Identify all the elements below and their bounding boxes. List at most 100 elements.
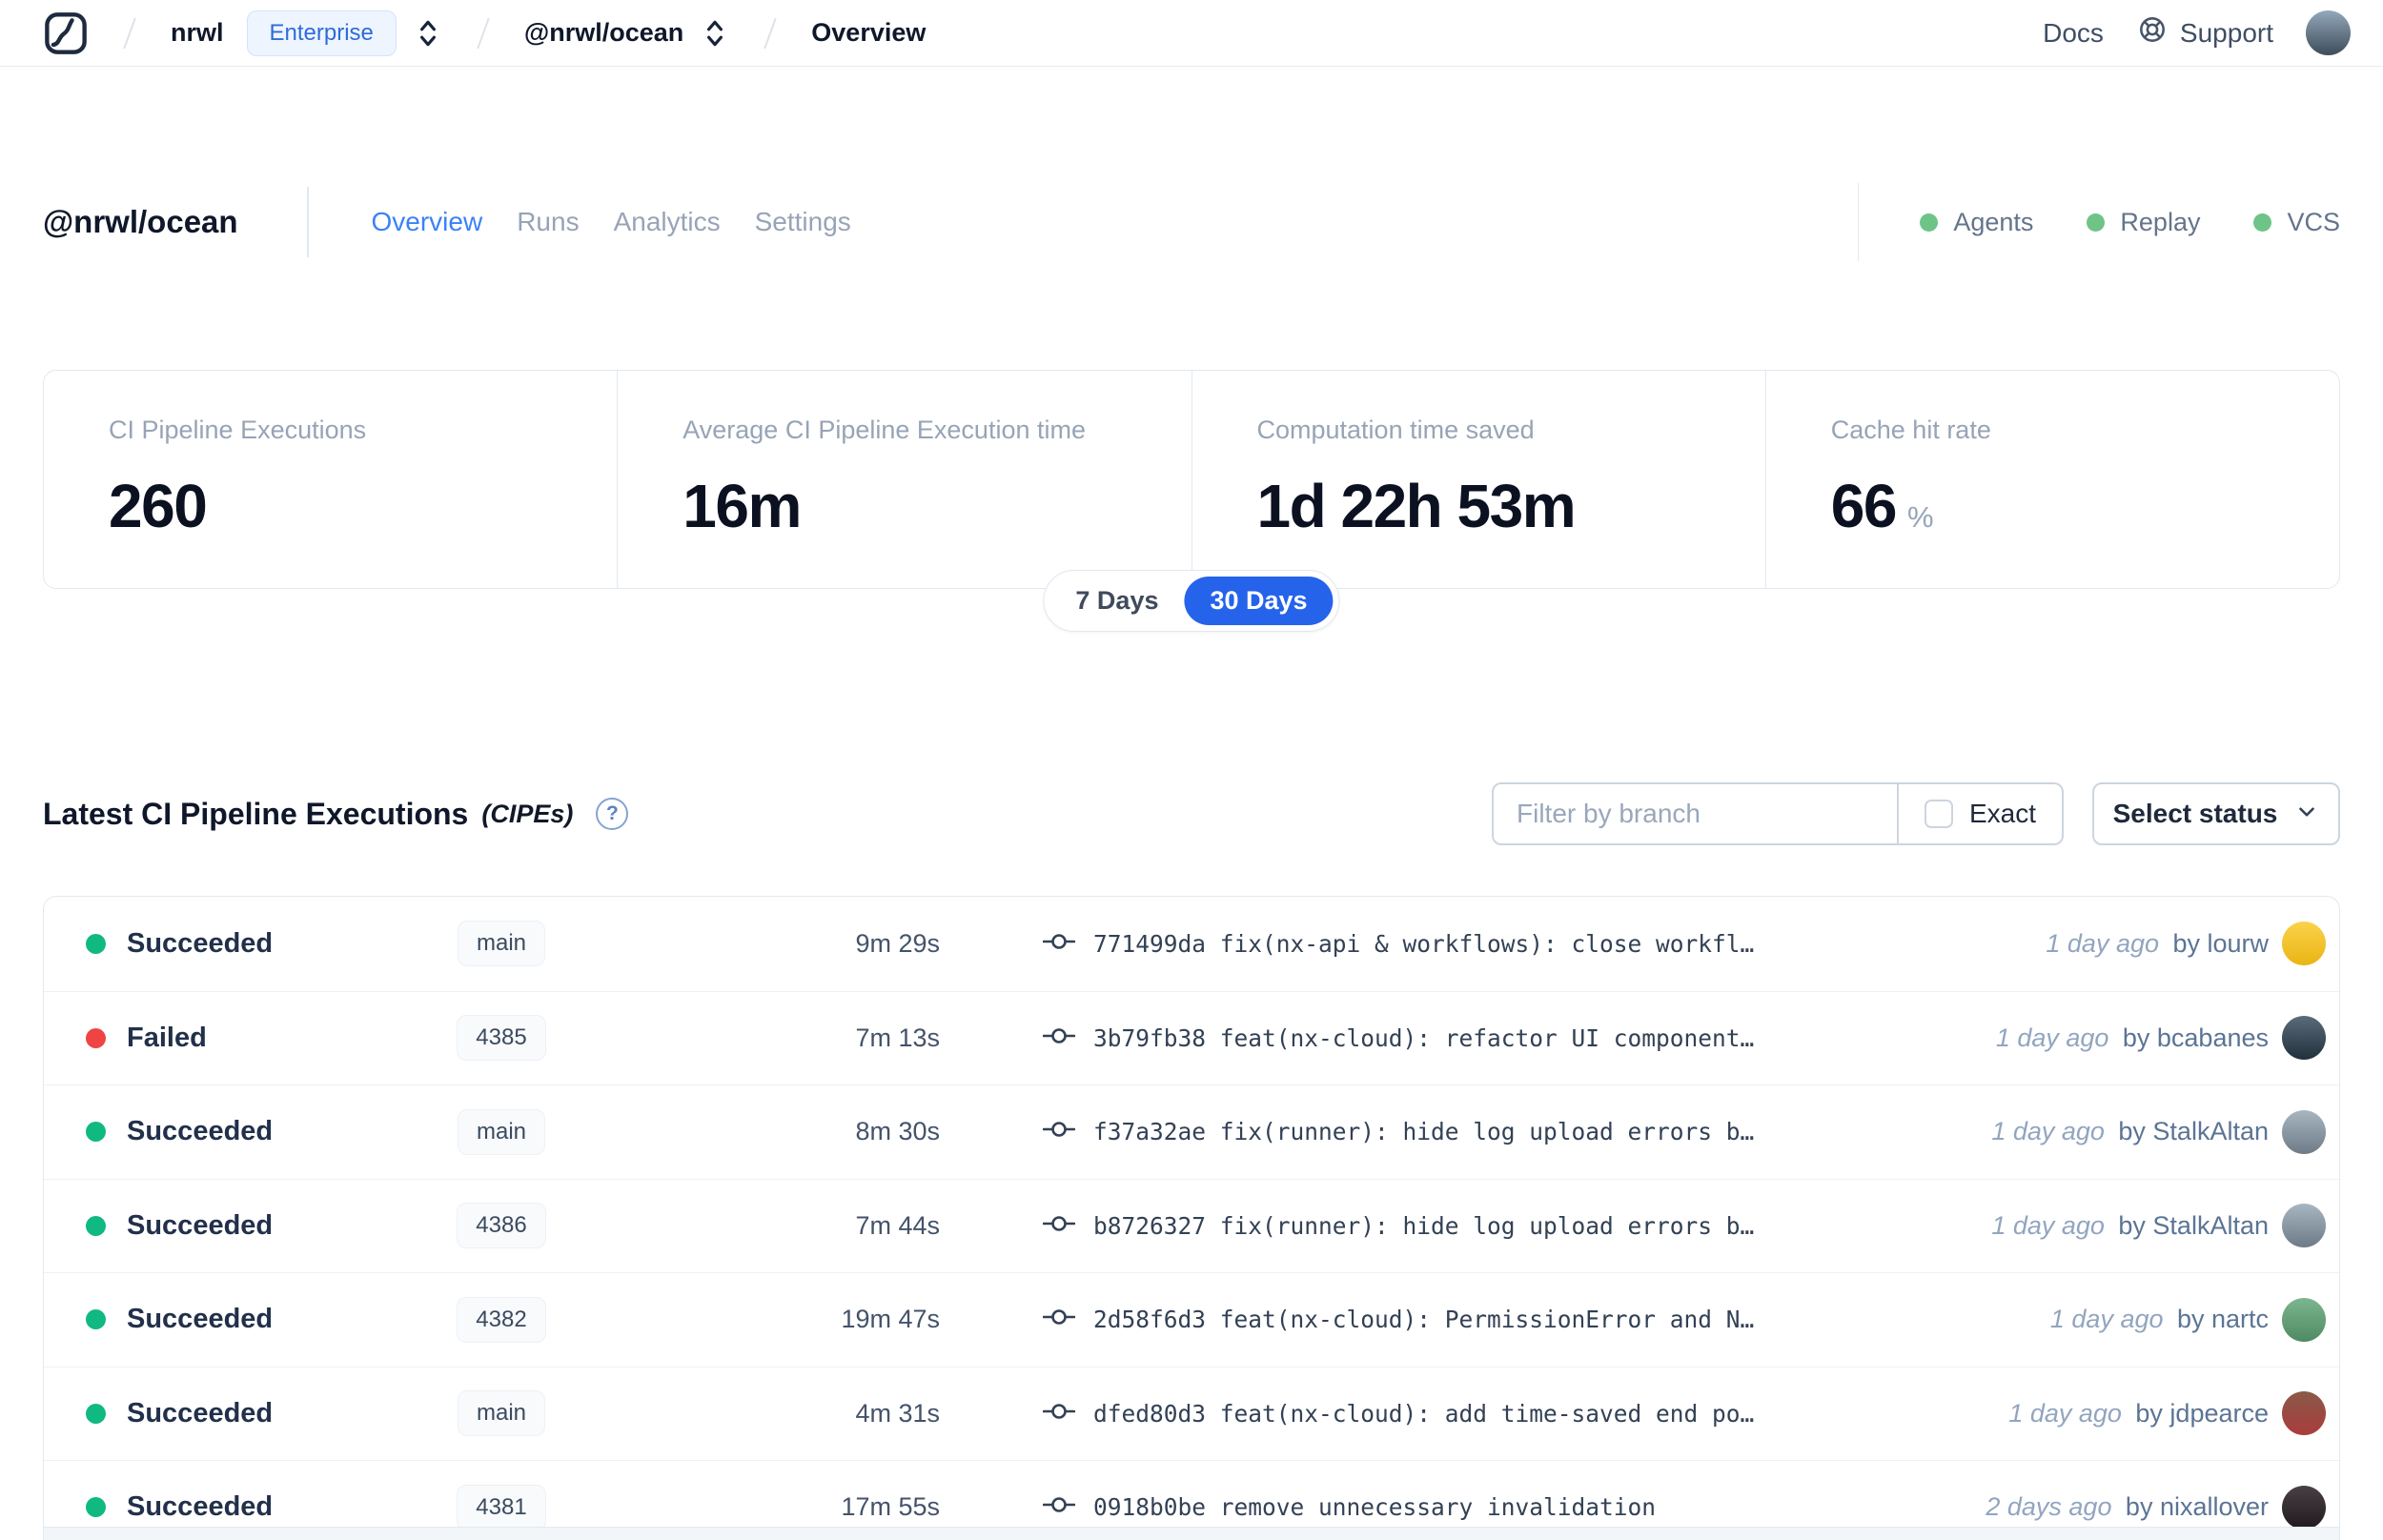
branch-badge[interactable]: 4381 [457,1484,546,1530]
author-avatar[interactable] [2282,1485,2326,1530]
stat-value: 260 [109,472,208,540]
org-switcher-chevrons-icon[interactable] [414,17,442,50]
stat-label: CI Pipeline Executions [109,415,367,444]
workspace-name[interactable]: @nrwl/ocean [524,18,683,48]
status-cell: Succeeded [44,1116,397,1147]
branch-badge[interactable]: main [457,1390,546,1437]
duration-cell: 9m 29s [855,928,940,958]
stat-value: 66 [1830,472,1898,540]
breadcrumb-slash [123,17,136,49]
status-cell: Succeeded [44,1304,397,1335]
stats-cards: CI Pipeline Executions 260 Average CI Pi… [43,370,2340,589]
period-30-days[interactable]: 30 Days [1184,577,1334,625]
status-cell: Succeeded [44,928,397,960]
git-commit-icon [1042,1306,1076,1333]
nx-cloud-logo-icon[interactable] [43,10,89,56]
tab-settings[interactable]: Settings [755,207,851,237]
author-avatar[interactable] [2282,1297,2326,1342]
feature-vcs[interactable]: VCS [2253,208,2340,237]
stat-unit: % [1906,500,1934,534]
branch-cell: 4386 [397,1203,606,1249]
cipes-title-suffix: (CIPEs) [481,799,574,828]
branch-cell: 4381 [397,1484,606,1530]
feature-replay[interactable]: Replay [2087,208,2200,237]
help-icon[interactable]: ? [596,798,629,830]
status-label: Succeeded [127,1116,274,1147]
stat-value: 16m [682,472,802,540]
status-select-dropdown[interactable]: Select status [2092,782,2340,845]
cipe-row[interactable]: Succeeded 4382 19m 47s 2d58f6d3 feat(nx-… [44,1272,2339,1367]
status-dot-icon [86,1403,106,1424]
org-name[interactable]: nrwl [171,18,224,48]
time-ago: 1 day ago [1991,1210,2105,1240]
branch-cell: 4382 [397,1296,606,1343]
branch-badge[interactable]: main [457,921,546,967]
breadcrumb: nrwl Enterprise @nrwl/ocean Overview [43,10,926,56]
author-avatar[interactable] [2282,1391,2326,1436]
status-label: Succeeded [127,1397,274,1429]
duration-cell: 19m 47s [841,1305,940,1334]
breadcrumb-slash [477,17,490,49]
tab-overview[interactable]: Overview [372,207,483,237]
time-ago: 1 day ago [2049,1305,2164,1334]
breadcrumb-page: Overview [811,18,927,47]
time-ago: 1 day ago [1991,1117,2105,1146]
commit-message[interactable]: 0918b0be remove unnecessary invalidation [1093,1493,1656,1521]
branch-cell: 4385 [397,1015,606,1062]
branch-badge[interactable]: 4386 [457,1203,546,1249]
support-link[interactable]: Support [2136,13,2273,52]
commit-message[interactable]: 2d58f6d3 feat(nx-cloud): PermissionError… [1093,1306,1754,1333]
stat-card-cache-hit: Cache hit rate 66 % [1764,371,2339,588]
author-avatar[interactable] [2282,1204,2326,1248]
author-avatar[interactable] [2282,1109,2326,1154]
branch-badge[interactable]: 4385 [457,1015,546,1062]
period-7-days[interactable]: 7 Days [1049,577,1184,625]
time-ago: 1 day ago [1995,1023,2109,1052]
branch-badge[interactable]: main [457,1108,546,1155]
tab-runs[interactable]: Runs [517,207,579,237]
stat-value: 1d 22h 53m [1256,472,1577,540]
exact-checkbox[interactable] [1924,800,1953,828]
green-dot-icon [2253,213,2272,232]
author-avatar[interactable] [2282,1016,2326,1061]
time-ago: 1 day ago [2008,1398,2122,1428]
docs-link[interactable]: Docs [2043,18,2104,49]
author: by StalkAltan [2118,1117,2269,1146]
workspace-tabs: Overview Runs Analytics Settings [309,207,851,237]
author: by nixallover [2125,1492,2269,1522]
workspace-switcher-chevrons-icon[interactable] [701,17,729,50]
page-title: @nrwl/ocean [43,204,238,239]
cipe-row[interactable]: Succeeded main 4m 31s dfed80d3 feat(nx-c… [44,1366,2339,1461]
status-dot-icon [86,1027,106,1048]
meta-cell: 1 day ago by bcabanes [1995,1016,2326,1061]
commit-message[interactable]: dfed80d3 feat(nx-cloud): add time-saved … [1093,1400,1754,1428]
author-avatar[interactable] [2282,922,2326,966]
feature-agents[interactable]: Agents [1920,208,2033,237]
duration-cell: 7m 44s [855,1210,940,1240]
cipes-header: Latest CI Pipeline Executions (CIPEs) ? … [43,781,2340,846]
commit-message[interactable]: 771499da fix(nx-api & workflows): close … [1093,930,1754,958]
commit-message[interactable]: f37a32ae fix(runner): hide log upload er… [1093,1118,1754,1145]
feature-status-badges: Agents Replay VCS [1858,183,2340,261]
cipe-row[interactable]: Succeeded 4386 7m 44s b8726327 fix(runne… [44,1178,2339,1273]
commit-message[interactable]: 3b79fb38 feat(nx-cloud): refactor UI com… [1093,1024,1754,1052]
duration-cell: 4m 31s [855,1398,940,1428]
cipe-row[interactable]: Failed 4385 7m 13s 3b79fb38 feat(nx-clou… [44,990,2339,1085]
duration-cell: 8m 30s [855,1117,940,1146]
branch-cell: main [397,1108,606,1155]
branch-badge[interactable]: 4382 [457,1296,546,1343]
git-commit-icon [1042,1493,1076,1521]
meta-cell: 1 day ago by jdpearce [2008,1391,2326,1436]
commit-message[interactable]: b8726327 fix(runner): hide log upload er… [1093,1212,1754,1240]
user-avatar[interactable] [2306,10,2351,55]
feature-label: Agents [1953,207,2034,236]
tab-analytics[interactable]: Analytics [614,207,721,237]
status-dot-icon [86,1309,106,1330]
branch-filter-input[interactable] [1494,784,1897,843]
stat-label: Average CI Pipeline Execution time [682,415,1086,444]
duration-cell: 7m 13s [855,1023,940,1052]
cipe-row[interactable]: Succeeded main 8m 30s f37a32ae fix(runne… [44,1084,2339,1179]
cipe-row[interactable]: Succeeded main 9m 29s 771499da fix(nx-ap… [44,897,2339,991]
commit-cell: b8726327 fix(runner): hide log upload er… [940,1212,1991,1240]
author: by lourw [2172,928,2269,958]
